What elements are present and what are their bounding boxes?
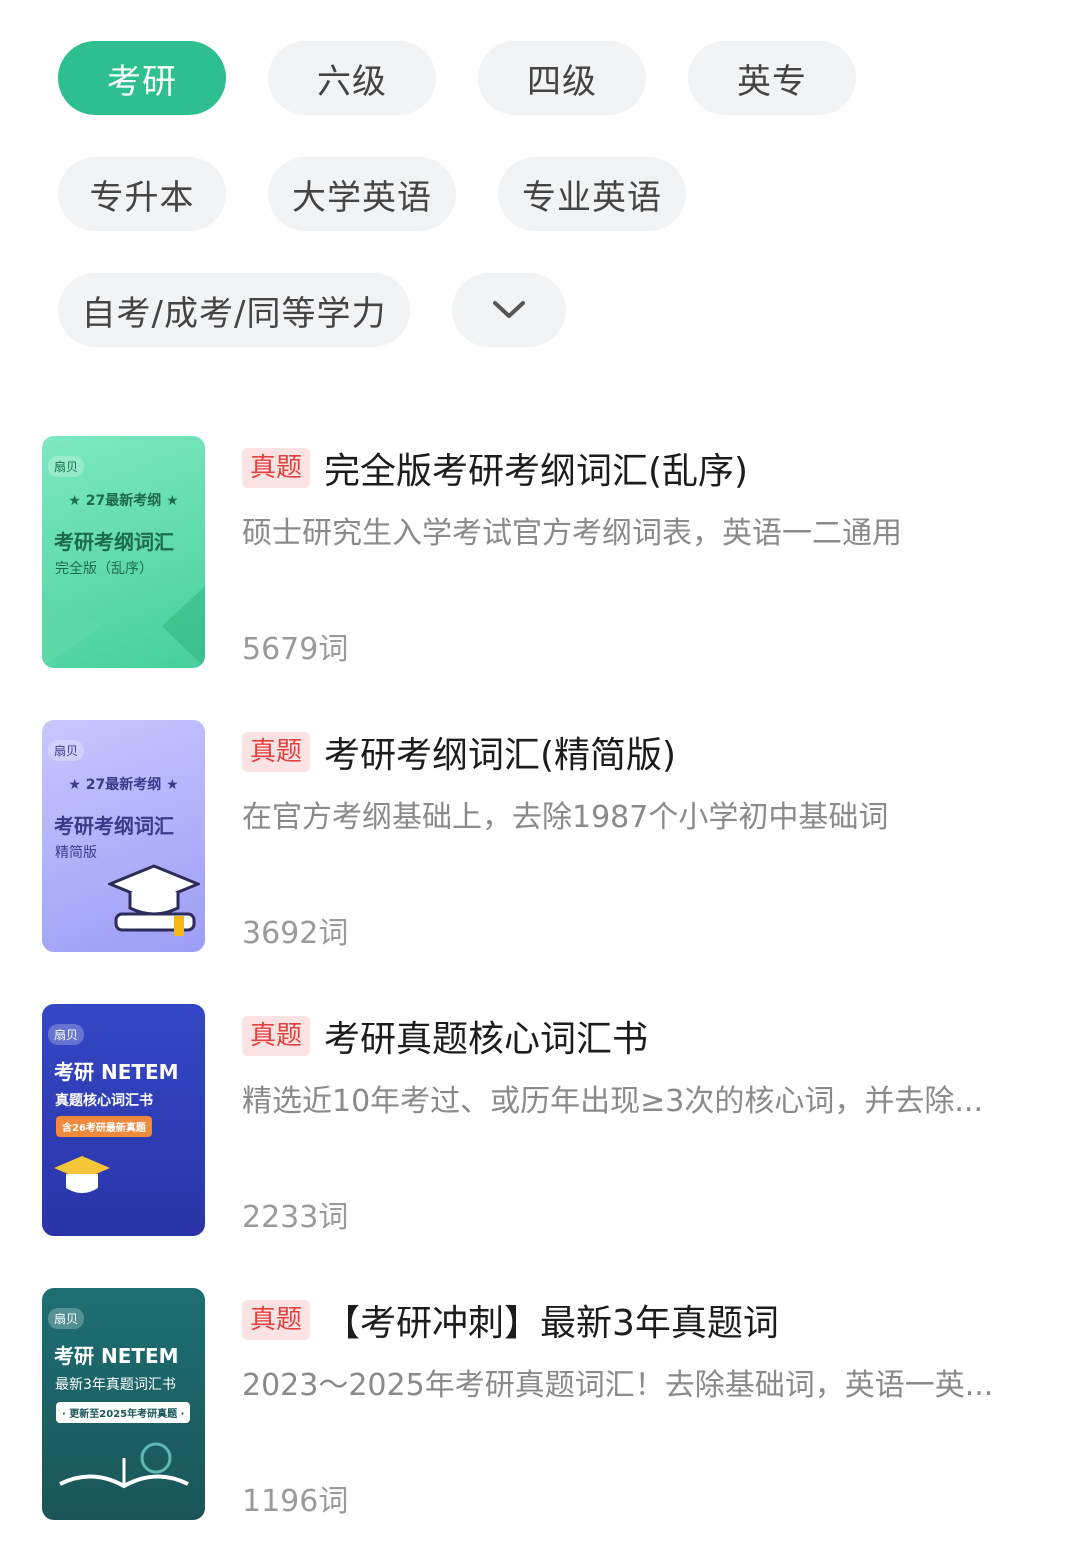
brand-logo: 扇贝: [48, 1024, 85, 1045]
real-exam-badge: 真题: [242, 1300, 311, 1340]
book-description: 在官方考纲基础上，去除1987个小学初中基础词: [242, 800, 889, 835]
cover-tag: 含26考研最新真题: [56, 1116, 152, 1137]
cover-title: 考研考纲词汇: [54, 814, 174, 838]
book-cover: 扇贝 考研 NETEM 最新3年真题词汇书 · 更新至2025年考研真题 ·: [42, 1288, 205, 1520]
real-exam-badge: 真题: [242, 732, 311, 772]
book-cover: 扇贝 ★ 27最新考纲 ★ 考研考纲词汇 精简版: [42, 720, 205, 952]
brand-logo: 扇贝: [48, 456, 85, 477]
cover-title-line: 考研 NETEM: [54, 1060, 179, 1084]
cover-subtitle: 完全版（乱序）: [55, 561, 153, 577]
graduation-cap-icon: [54, 1156, 110, 1193]
cover-title-line: 考研 NETEM: [54, 1344, 179, 1368]
book-cover: 扇贝 考研 NETEM 真题核心词汇书 含26考研最新真题: [42, 1004, 205, 1236]
expand-filters-button[interactable]: [452, 273, 566, 347]
cover-edition: ★ 27最新考纲 ★: [68, 493, 179, 509]
cover-tag: · 更新至2025年考研真题 ·: [56, 1402, 191, 1423]
book-card[interactable]: 扇贝 考研 NETEM 真题核心词汇书 含26考研最新真题 真题 考研真题核心词…: [42, 1004, 1042, 1236]
open-book-icon: [59, 1442, 189, 1489]
book-cover: 扇贝 ★ 27最新考纲 ★ 考研考纲词汇 完全版（乱序）: [42, 436, 205, 668]
real-exam-badge: 真题: [242, 448, 311, 488]
filter-chip-cet4[interactable]: 四级: [478, 41, 646, 115]
cover-subtitle: 最新3年真题词汇书: [55, 1377, 176, 1393]
real-exam-badge: 真题: [242, 1016, 311, 1056]
book-description: 2023～2025年考研真题词汇！去除基础词，英语一英...: [242, 1368, 994, 1403]
graduation-cap-icon: [108, 864, 200, 936]
filter-chip-college-english[interactable]: 大学英语: [268, 157, 456, 231]
book-card[interactable]: 扇贝 ★ 27最新考纲 ★ 考研考纲词汇 完全版（乱序） 真题 完全版考研考纲词…: [42, 436, 1042, 668]
filter-chip-professional-english[interactable]: 专业英语: [498, 157, 686, 231]
cover-edition: ★ 27最新考纲 ★: [68, 777, 179, 793]
word-count: 5679词: [242, 632, 349, 667]
cover-title: 考研考纲词汇: [54, 530, 174, 554]
book-card[interactable]: 扇贝 ★ 27最新考纲 ★ 考研考纲词汇 精简版 真题 考研考纲词汇(精简版) …: [42, 720, 1042, 952]
chevron-down-icon: [492, 300, 526, 320]
filter-chip-english-major[interactable]: 英专: [688, 41, 856, 115]
book-card[interactable]: 扇贝 考研 NETEM 最新3年真题词汇书 · 更新至2025年考研真题 · 真…: [42, 1288, 1042, 1520]
filter-chip-upgrade[interactable]: 专升本: [58, 157, 226, 231]
word-count: 1196词: [242, 1484, 349, 1519]
filter-chip-kaoyan[interactable]: 考研: [58, 41, 226, 115]
book-title: 考研真题核心词汇书: [324, 1019, 649, 1060]
book-description: 精选近10年考过、或历年出现≥3次的核心词，并去除...: [242, 1084, 984, 1119]
brand-logo: 扇贝: [48, 740, 85, 761]
word-count: 2233词: [242, 1200, 349, 1235]
brand-logo: 扇贝: [48, 1308, 85, 1329]
book-title: 考研考纲词汇(精简版): [324, 735, 677, 776]
book-title: 完全版考研考纲词汇(乱序): [324, 451, 749, 492]
filter-chip-cet6[interactable]: 六级: [268, 41, 436, 115]
book-title: 【考研冲刺】最新3年真题词: [324, 1303, 779, 1344]
filter-chip-self-study[interactable]: 自考/成考/同等学力: [58, 273, 410, 347]
word-count: 3692词: [242, 916, 349, 951]
book-description: 硕士研究生入学考试官方考纲词表，英语一二通用: [242, 516, 902, 551]
cover-subtitle: 真题核心词汇书: [55, 1093, 153, 1109]
cover-subtitle: 精简版: [55, 845, 97, 861]
